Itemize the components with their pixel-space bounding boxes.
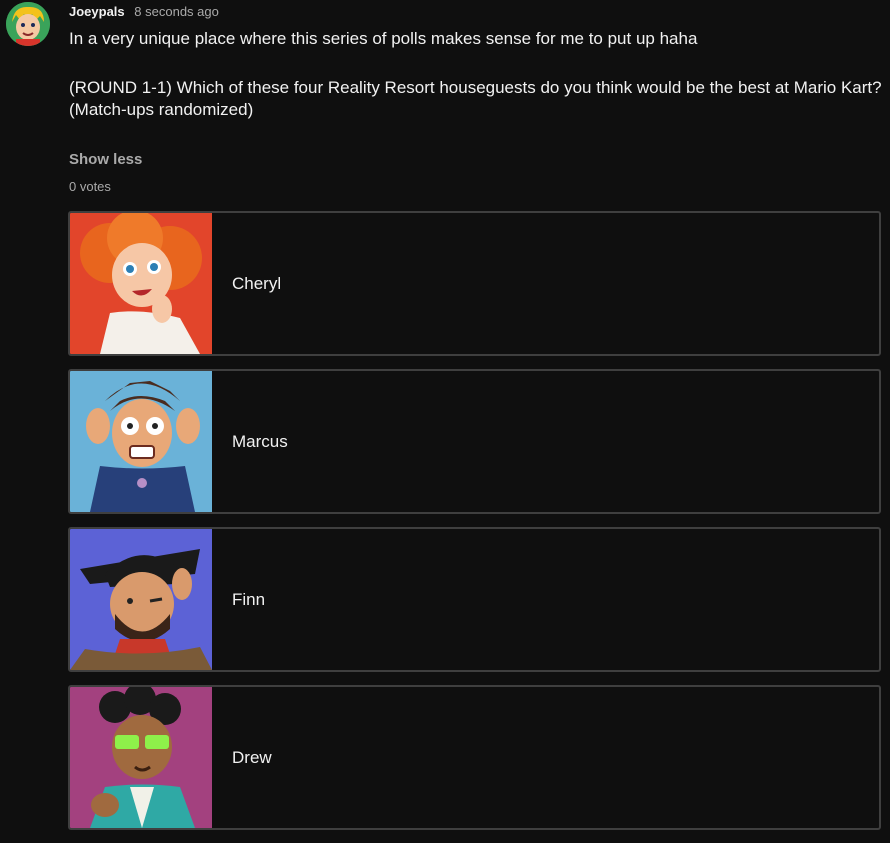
- comment-header: Joeypals 8 seconds ago: [69, 3, 219, 21]
- comment-line-1: In a very unique place where this series…: [69, 29, 698, 48]
- poll-option-image: [70, 371, 212, 512]
- comment-timestamp[interactable]: 8 seconds ago: [134, 4, 219, 19]
- marcus-portrait: [70, 371, 212, 512]
- finn-portrait: [70, 529, 212, 670]
- comment-text: In a very unique place where this series…: [69, 28, 884, 121]
- author-name[interactable]: Joeypals: [69, 4, 125, 19]
- poll-option-marcus[interactable]: Marcus: [68, 369, 881, 514]
- avatar-image: [6, 2, 50, 46]
- poll-option-label: Drew: [232, 748, 272, 767]
- poll-option-image: [70, 213, 212, 354]
- comment-line-3: (Match-ups randomized): [69, 100, 254, 119]
- poll-option-label: Finn: [232, 590, 266, 609]
- poll: Cheryl Marcus Finn Drew: [68, 211, 881, 843]
- poll-option-image: [70, 529, 212, 670]
- drew-portrait: [70, 687, 212, 828]
- poll-option-label: Marcus: [232, 432, 288, 451]
- vote-count: 0 votes: [69, 179, 111, 194]
- show-less-button[interactable]: Show less: [69, 151, 142, 168]
- poll-option-finn[interactable]: Finn: [68, 527, 881, 672]
- poll-option-label: Cheryl: [232, 274, 282, 293]
- comment-line-2: (ROUND 1-1) Which of these four Reality …: [69, 78, 882, 97]
- author-avatar[interactable]: [6, 2, 50, 46]
- poll-option-cheryl[interactable]: Cheryl: [68, 211, 881, 356]
- poll-option-drew[interactable]: Drew: [68, 685, 881, 830]
- poll-option-image: [70, 687, 212, 828]
- cheryl-portrait: [70, 213, 212, 354]
